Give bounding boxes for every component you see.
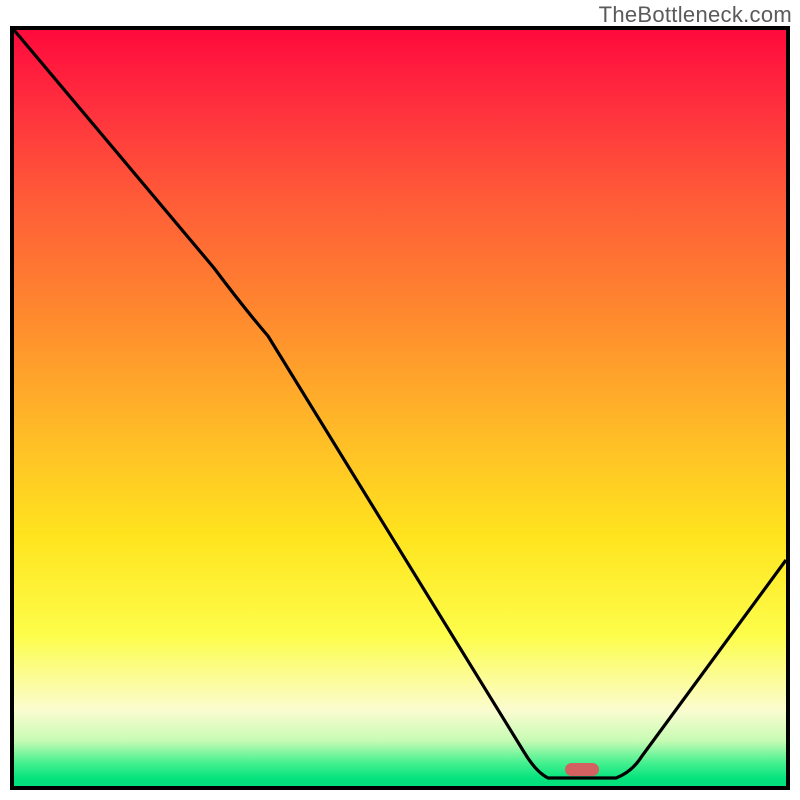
optimal-point-marker	[565, 763, 599, 776]
bottleneck-curve-path	[14, 30, 786, 778]
plot-area	[10, 26, 790, 790]
chart-frame: TheBottleneck.com	[0, 0, 800, 800]
watermark-text: TheBottleneck.com	[599, 2, 792, 28]
curve-layer	[14, 30, 786, 786]
